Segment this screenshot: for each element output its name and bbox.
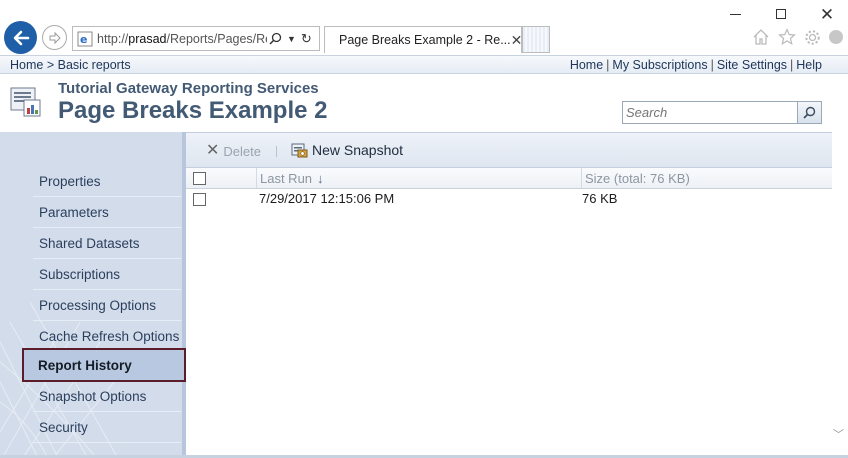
home-link[interactable]: Home	[570, 58, 603, 72]
sidebar-item-snapshot-options[interactable]: Snapshot Options	[33, 381, 181, 412]
table-row: 7/29/2017 12:15:06 PM 76 KB	[186, 189, 832, 208]
help-link[interactable]: Help	[796, 58, 822, 72]
settings-gear-icon[interactable]	[804, 29, 821, 46]
dropdown-icon[interactable]: ▼	[287, 34, 296, 44]
tab-close-icon[interactable]: ✕	[511, 32, 523, 49]
sidebar-item-parameters[interactable]: Parameters	[33, 197, 181, 228]
sidebar-item-subscriptions[interactable]: Subscriptions	[33, 259, 181, 290]
sidebar-item-security[interactable]: Security	[33, 412, 181, 443]
page-header: Tutorial Gateway Reporting Services Page…	[0, 74, 848, 132]
toolbar: ✕ Delete New Snapshot	[186, 132, 832, 168]
site-settings-link[interactable]: Site Settings	[717, 58, 787, 72]
maximize-icon	[776, 9, 786, 19]
search-box	[622, 101, 822, 124]
page-title: Page Breaks Example 2	[58, 97, 328, 124]
toolbar-divider	[276, 146, 277, 157]
new-snapshot-button[interactable]: New Snapshot	[291, 142, 403, 158]
breadcrumb-separator: >	[46, 58, 55, 72]
last-run-header: Last Run	[260, 170, 313, 186]
breadcrumb: Home > Basic reports	[10, 58, 131, 72]
search-icon	[803, 106, 816, 119]
address-bar[interactable]: e http://prasad/Reports/Pages/Re ▼ ↻	[72, 26, 320, 51]
smiley-icon[interactable]	[829, 30, 843, 44]
delete-button[interactable]: ✕ Delete	[206, 143, 261, 159]
select-all-checkbox[interactable]	[193, 171, 206, 185]
minimize-icon	[729, 13, 741, 15]
row-size: 76 KB	[582, 191, 618, 206]
my-subscriptions-link[interactable]: My Subscriptions	[612, 58, 707, 72]
select-all-cell	[186, 168, 256, 188]
minimize-button[interactable]	[718, 2, 752, 26]
forward-button[interactable]	[42, 25, 67, 50]
home-icon[interactable]	[752, 28, 770, 46]
scroll-down-icon[interactable]: ﹀	[833, 426, 844, 442]
row-checkbox[interactable]	[193, 193, 206, 206]
row-last-run[interactable]: 7/29/2017 12:15:06 PM	[259, 191, 394, 206]
sidebar-item-properties[interactable]: Properties	[33, 166, 181, 197]
column-last-run[interactable]: Last Run ↓	[256, 168, 582, 188]
favorites-star-icon[interactable]	[778, 28, 796, 46]
ie-icon: e	[77, 31, 93, 46]
grid-header: Last Run ↓ Size (total: 76 KB)	[186, 168, 832, 189]
browser-chrome: ✕ e http://prasad/Reports/Pages/Re ▼ ↻ P…	[0, 0, 848, 55]
svg-text:e: e	[80, 33, 87, 46]
top-bar: Home > Basic reports Home | My Subscriptio…	[0, 55, 848, 74]
delete-label: Delete	[223, 143, 261, 159]
refresh-icon[interactable]: ↻	[301, 31, 312, 47]
search-icon[interactable]	[269, 32, 282, 45]
breadcrumb-home-link[interactable]: Home	[10, 58, 43, 72]
breadcrumb-current-link[interactable]: Basic reports	[58, 58, 131, 72]
site-name: Tutorial Gateway Reporting Services	[58, 80, 319, 97]
address-url: http://prasad/Reports/Pages/Re	[97, 31, 267, 46]
tab-title: Page Breaks Example 2 - Re...	[339, 33, 511, 47]
maximize-button[interactable]	[764, 2, 798, 26]
sidebar-item-processing-options[interactable]: Processing Options	[33, 290, 181, 321]
column-size[interactable]: Size (total: 76 KB)	[581, 168, 832, 188]
sidebar-item-report-history[interactable]: Report History	[22, 348, 186, 382]
snapshot-icon	[291, 143, 308, 157]
back-button[interactable]	[4, 21, 37, 54]
link-separator: |	[606, 58, 610, 72]
report-icon	[10, 87, 41, 117]
back-arrow-icon	[13, 30, 29, 45]
search-button[interactable]	[797, 102, 821, 123]
link-separator: |	[710, 58, 714, 72]
delete-icon: ✕	[206, 142, 220, 159]
size-header: Size (total: 76 KB)	[585, 170, 690, 186]
link-separator: |	[790, 58, 794, 72]
global-links: Home | My Subscriptions | Site Settings | Help	[570, 58, 822, 72]
new-snapshot-label: New Snapshot	[312, 142, 404, 158]
sidebar-item-shared-datasets[interactable]: Shared Datasets	[33, 228, 181, 259]
sort-descending-icon: ↓	[317, 170, 324, 186]
browser-tab[interactable]: Page Breaks Example 2 - Re... ✕	[324, 26, 522, 53]
new-tab-button[interactable]	[522, 26, 550, 53]
search-input[interactable]	[623, 102, 797, 123]
close-icon: ✕	[819, 4, 835, 24]
forward-arrow-icon	[49, 31, 61, 44]
close-window-button[interactable]: ✕	[810, 2, 844, 26]
